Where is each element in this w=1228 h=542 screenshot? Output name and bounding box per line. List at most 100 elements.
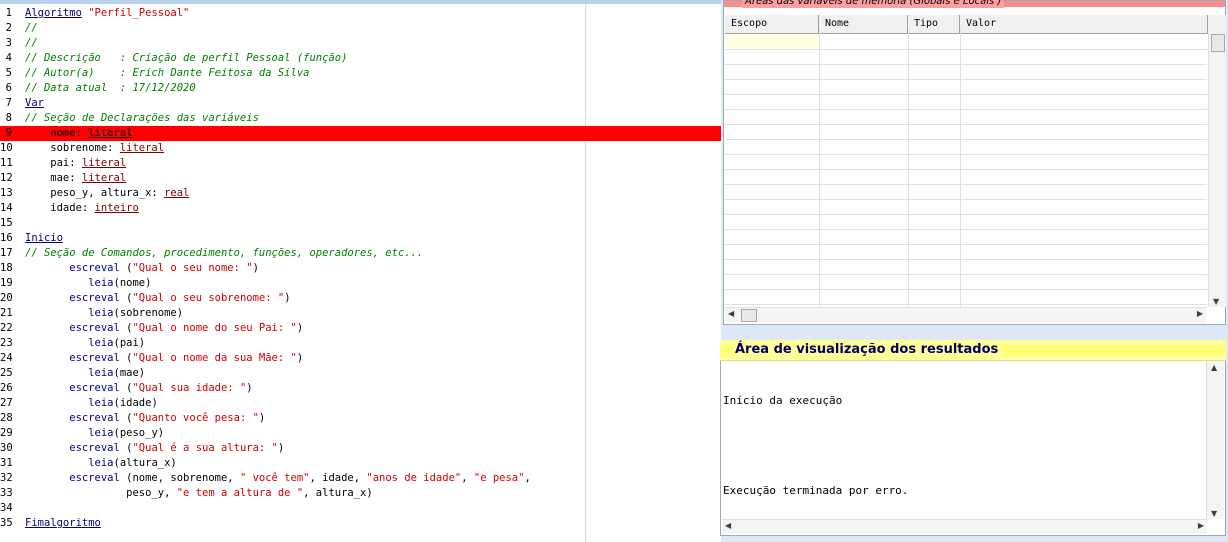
code-line[interactable]: 30 escreval ("Qual é a sua altura: ") xyxy=(0,441,721,456)
code-token: (mae) xyxy=(113,367,146,379)
column-header-type[interactable]: Tipo xyxy=(908,15,960,33)
code-line[interactable]: 16 Inicio xyxy=(0,231,721,246)
code-line[interactable]: 8 // Seção de Declarações das variáveis xyxy=(0,111,721,126)
line-number: 14 xyxy=(0,202,13,214)
code-line[interactable]: 29 leia(peso_y) xyxy=(0,426,721,441)
table-row[interactable] xyxy=(725,199,1207,215)
scroll-down-arrow-icon[interactable]: ▼ xyxy=(1211,509,1217,518)
line-number: 16 xyxy=(0,232,13,244)
line-number: 15 xyxy=(0,217,13,229)
code-line[interactable]: 5 // Autor(a) : Erich Dante Feitosa da Si… xyxy=(0,66,721,81)
code-token: Var xyxy=(25,97,44,109)
table-row[interactable] xyxy=(725,169,1207,185)
table-row[interactable] xyxy=(725,34,1207,50)
table-row[interactable] xyxy=(725,259,1207,275)
code-token: ( xyxy=(119,442,133,454)
code-token: literal xyxy=(81,157,127,169)
code-token: leia xyxy=(25,277,114,289)
column-divider xyxy=(908,29,909,307)
code-token: ( xyxy=(119,352,133,364)
column-header-name[interactable]: Nome xyxy=(819,15,908,33)
code-line[interactable]: 1 Algoritmo "Perfil_Pessoal" xyxy=(0,6,721,21)
line-number: 8 xyxy=(5,112,12,124)
code-token: "Quanto você pesa: " xyxy=(132,412,259,424)
code-token: leia xyxy=(25,397,114,409)
code-line[interactable]: 14 idade: inteiro xyxy=(0,201,721,216)
code-line[interactable]: 10 sobrenome: literal xyxy=(0,141,721,156)
code-line[interactable]: 24 escreval ("Qual o nome da sua Mãe: ") xyxy=(0,351,721,366)
code-token: escreval xyxy=(25,472,120,484)
code-line[interactable]: 18 escreval ("Qual o seu nome: ") xyxy=(0,261,721,276)
column-header-value[interactable]: Valor xyxy=(960,15,1208,33)
scroll-down-arrow-icon[interactable]: ▼ xyxy=(1213,297,1219,306)
table-row[interactable] xyxy=(725,49,1207,65)
code-line[interactable]: 26 escreval ("Qual sua idade: ") xyxy=(0,381,721,396)
code-line[interactable]: 33 peso_y, "e tem a altura de ", altura_… xyxy=(0,486,721,501)
code-token: escreval xyxy=(25,382,120,394)
code-line[interactable]: 6 // Data atual : 17/12/2020 xyxy=(0,81,721,96)
code-line[interactable]: 25 leia(mae) xyxy=(0,366,721,381)
scrollbar-thumb[interactable] xyxy=(1211,34,1225,52)
variables-table-header: Escopo Nome Tipo Valor xyxy=(725,15,1226,34)
results-output[interactable]: Início da execução Execução terminada po… xyxy=(723,363,1203,513)
code-token: leia xyxy=(25,427,114,439)
code-token: Algoritmo xyxy=(25,7,82,19)
code-line[interactable]: 21 leia(sobrenome) xyxy=(0,306,721,321)
table-row[interactable] xyxy=(725,274,1207,290)
line-number: 1 xyxy=(5,7,12,19)
scroll-right-arrow-icon[interactable]: ▶ xyxy=(1198,521,1204,530)
code-line-highlighted[interactable]: 9 nome: literal xyxy=(0,126,721,141)
table-row[interactable] xyxy=(725,184,1207,200)
variables-horizontal-scrollbar[interactable]: ◀ ▶ xyxy=(725,307,1206,322)
variables-vertical-scrollbar[interactable]: ▼ xyxy=(1208,33,1226,307)
results-horizontal-scrollbar[interactable]: ◀ ▶ xyxy=(722,519,1207,534)
table-row[interactable] xyxy=(725,109,1207,125)
table-row[interactable] xyxy=(725,124,1207,140)
code-line[interactable]: 31 leia(altura_x) xyxy=(0,456,721,471)
code-line[interactable]: 7 Var xyxy=(0,96,721,111)
code-line[interactable]: 28 escreval ("Quanto você pesa: ") xyxy=(0,411,721,426)
scroll-up-arrow-icon[interactable]: ▲ xyxy=(1211,363,1217,372)
code-line[interactable]: 35 Fimalgoritmo xyxy=(0,516,721,531)
table-row[interactable] xyxy=(725,229,1207,245)
column-header-scope[interactable]: Escopo xyxy=(725,15,819,33)
code-line[interactable]: 3 // xyxy=(0,36,721,51)
table-row[interactable] xyxy=(725,214,1207,230)
code-line[interactable]: 12 mae: literal xyxy=(0,171,721,186)
code-line[interactable]: 15 xyxy=(0,216,721,231)
table-row[interactable] xyxy=(725,79,1207,95)
scrollbar-thumb[interactable] xyxy=(741,309,757,322)
code-editor[interactable]: 1 Algoritmo "Perfil_Pessoal" 2 // 3 // 4 // Des… xyxy=(0,0,721,542)
scroll-left-arrow-icon[interactable]: ◀ xyxy=(725,521,731,530)
code-line[interactable]: 17 // Seção de Comandos, procedimento, fu… xyxy=(0,246,721,261)
code-line[interactable]: 22 escreval ("Qual o nome do seu Pai: ") xyxy=(0,321,721,336)
table-row[interactable] xyxy=(725,139,1207,155)
code-line[interactable]: 2 // xyxy=(0,21,721,36)
line-number: 28 xyxy=(0,412,13,424)
variables-table[interactable]: Escopo Nome Tipo Valor ▼ xyxy=(725,15,1226,307)
line-number: 7 xyxy=(5,97,12,109)
code-line[interactable]: 34 xyxy=(0,501,721,516)
code-line[interactable]: 11 pai: literal xyxy=(0,156,721,171)
code-line[interactable]: 20 escreval ("Qual o seu sobrenome: ") xyxy=(0,291,721,306)
table-row[interactable] xyxy=(725,64,1207,80)
code-token: // Autor(a) : Erich Dante Feitosa da Sil… xyxy=(25,67,310,79)
scroll-left-arrow-icon[interactable]: ◀ xyxy=(728,309,734,318)
code-line[interactable]: 32 escreval (nome, sobrenome, " você tem… xyxy=(0,471,721,486)
column-divider xyxy=(960,29,961,307)
code-line[interactable]: 13 peso_y, altura_x: real xyxy=(0,186,721,201)
code-line[interactable]: 19 leia(nome) xyxy=(0,276,721,291)
results-vertical-scrollbar[interactable]: ▲ ▼ xyxy=(1206,361,1224,519)
table-row[interactable] xyxy=(725,289,1207,305)
table-row[interactable] xyxy=(725,154,1207,170)
table-row[interactable] xyxy=(725,244,1207,260)
scroll-right-arrow-icon[interactable]: ▶ xyxy=(1197,309,1203,318)
code-line[interactable]: 27 leia(idade) xyxy=(0,396,721,411)
table-row[interactable] xyxy=(725,94,1207,110)
code-line[interactable]: 23 leia(pai) xyxy=(0,336,721,351)
code-line[interactable]: 4 // Descrição : Criação de perfil Pessoa… xyxy=(0,51,721,66)
output-line: Início da execução xyxy=(723,394,843,407)
code-token: "Qual é a sua altura: " xyxy=(132,442,278,454)
code-token: escreval xyxy=(25,292,120,304)
code-token: mae: xyxy=(25,172,82,184)
